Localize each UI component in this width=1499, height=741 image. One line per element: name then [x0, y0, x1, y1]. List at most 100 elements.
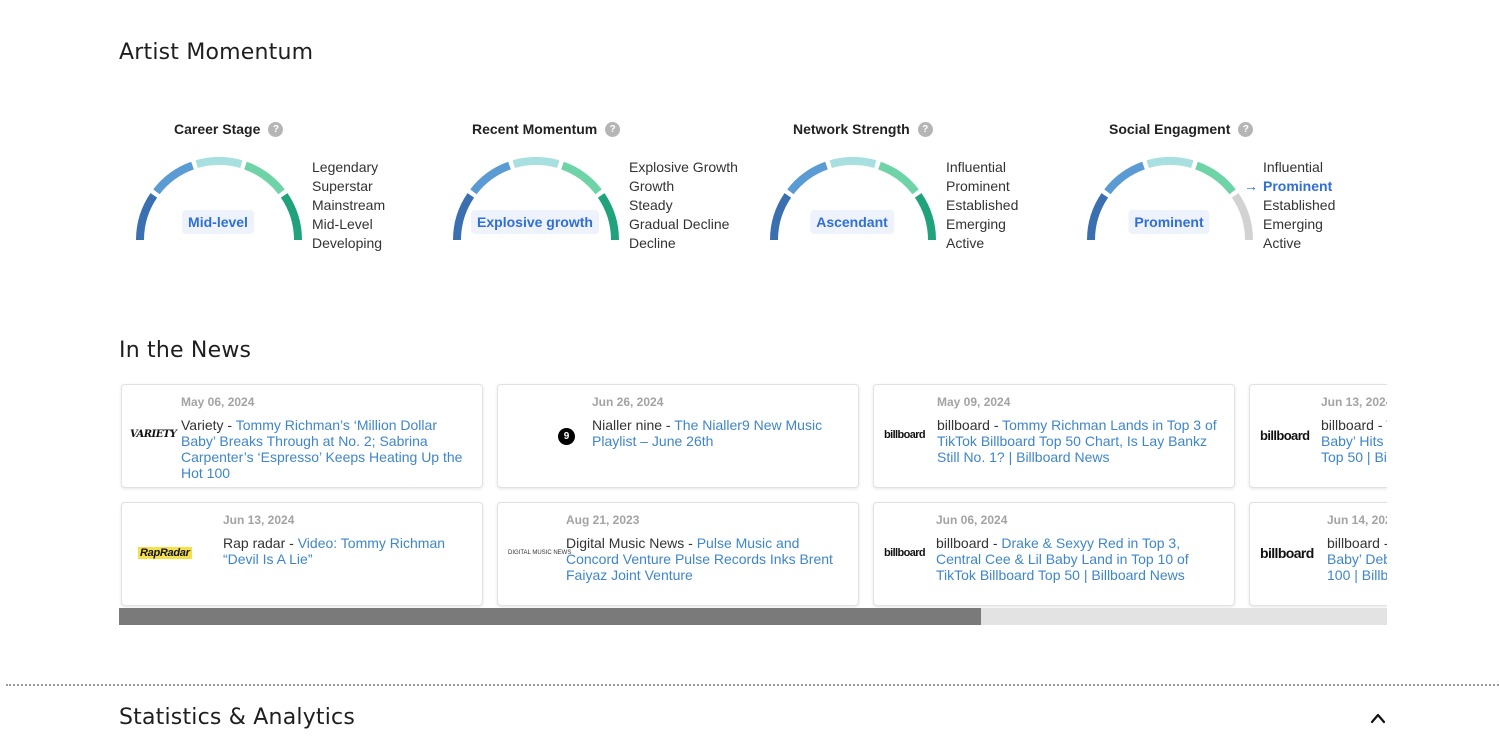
news-carousel[interactable]: VARIETY May 06, 2024 Variety - Tommy Ric… [119, 382, 1387, 608]
gauge-segment [914, 193, 936, 241]
gauge-label: Network Strength [793, 121, 910, 137]
help-icon[interactable]: ? [1238, 121, 1254, 137]
news-card[interactable]: billboard Jun 14, 2024 billboard - Tommy… [1249, 502, 1387, 606]
gauge-level: Mainstream [312, 197, 386, 213]
in-the-news-heading: In the News [119, 338, 252, 363]
gauge-segment [770, 193, 792, 241]
gauge-segment [1104, 161, 1145, 195]
gauge-segment [878, 161, 919, 195]
gauge-segment [195, 157, 243, 169]
billboard-logo-icon: billboard [1260, 545, 1314, 561]
gauge-segment [244, 161, 285, 195]
billboard-logo-icon: billboard [884, 547, 926, 559]
news-date: Jun 13, 2024 [223, 513, 295, 527]
news-source: Digital Music News [566, 535, 685, 551]
news-card[interactable]: billboard Jun 13, 2024 billboard - Tommy… [1249, 384, 1387, 488]
gauge-level: Prominent [946, 178, 1010, 194]
news-date: May 06, 2024 [181, 395, 255, 409]
gauge-level: Emerging [946, 216, 1006, 232]
gauge-levels-list: Explosive Growth Growth Steady Gradual D… [629, 158, 738, 253]
gauge-segment [453, 193, 475, 241]
gauge-level: Emerging [1263, 216, 1323, 232]
news-date: Jun 06, 2024 [936, 513, 1008, 527]
gauge-label: Recent Momentum [472, 121, 598, 137]
gauge-level: Decline [629, 235, 676, 251]
chevron-up-icon[interactable] [1370, 712, 1386, 724]
gauge-level: Growth [629, 178, 675, 194]
news-card[interactable]: RapRadar Jun 13, 2024 Rap radar - Video:… [121, 502, 483, 606]
news-card[interactable]: billboard Jun 06, 2024 billboard - Drake… [873, 502, 1235, 606]
gauge-value-badge: Ascendant [810, 210, 894, 234]
gauge-level: Gradual Decline [629, 216, 730, 232]
news-source: billboard [936, 535, 989, 551]
gauge-segment [1195, 161, 1236, 195]
gauge-segment [561, 161, 602, 195]
digital-music-news-logo-icon: DIGITAL MUSIC NEWS [508, 550, 572, 556]
news-text: Nialler nine - The Nialler9 New Music Pl… [592, 417, 823, 449]
gauge-levels-list: Influential Prominent Established Emergi… [946, 158, 1018, 253]
news-date: Jun 14, 2024 [1327, 513, 1387, 527]
gauge-level: Legendary [312, 159, 379, 175]
gauge-level: Influential [1263, 159, 1323, 175]
news-card[interactable]: VARIETY May 06, 2024 Variety - Tommy Ric… [121, 384, 483, 488]
gauge-segment [280, 193, 302, 241]
nialler-logo-icon: 9 [558, 428, 575, 445]
news-card[interactable]: 9 Jun 26, 2024 Nialler nine - The Nialle… [497, 384, 859, 488]
news-text: Digital Music News - Pulse Music and Con… [566, 535, 833, 583]
gauge-level: Established [1263, 197, 1336, 213]
billboard-logo-icon: billboard [1260, 428, 1310, 443]
gauge-level: Active [1263, 235, 1302, 251]
artist-momentum-heading: Artist Momentum [119, 40, 314, 65]
gauge-level: Explosive Growth [629, 159, 738, 175]
gauge-level: Active [946, 235, 985, 251]
gauge-level: Superstar [312, 178, 373, 194]
gauge-segment [470, 161, 511, 195]
news-card[interactable]: DIGITAL MUSIC NEWS Aug 21, 2023 Digital … [497, 502, 859, 606]
gauge-value-badge: Mid-level [182, 210, 254, 234]
gauge-recent-momentum: Recent Momentum ? Explosive growth Explo… [436, 118, 738, 258]
news-scrollbar-track[interactable] [119, 608, 1387, 625]
gauge-value-badge: Prominent [1128, 210, 1210, 234]
news-text: billboard - Tommy Richman’s ‘Million Dol… [1321, 417, 1387, 465]
news-source: Variety [181, 417, 224, 433]
arrow-right-icon: → [1244, 178, 1258, 194]
gauge-segment [153, 161, 194, 195]
help-icon[interactable]: ? [605, 121, 621, 137]
gauge-level: Established [946, 197, 1019, 213]
gauge-level: Prominent → [1244, 178, 1333, 194]
news-source: billboard [1327, 535, 1380, 551]
gauge-network-strength: Network Strength ? Ascendant Influential… [753, 118, 1053, 258]
news-card[interactable]: billboard May 09, 2024 billboard - Tommy… [873, 384, 1235, 488]
billboard-logo-icon: billboard [884, 429, 926, 441]
variety-logo-icon: VARIETY [130, 429, 177, 440]
news-date: Jun 26, 2024 [592, 395, 664, 409]
news-scrollbar-thumb[interactable] [119, 608, 982, 625]
gauge-label: Career Stage [174, 121, 261, 137]
gauge-level: Mid-Level [312, 216, 373, 232]
news-source: Rap radar [223, 535, 286, 551]
news-date: May 09, 2024 [937, 395, 1011, 409]
section-divider [6, 684, 1499, 686]
gauge-segment [1146, 157, 1194, 169]
gauge-segment [512, 157, 560, 169]
news-source: billboard [1321, 417, 1374, 433]
news-text: billboard - Tommy Richman’s ‘Million Dol… [1327, 535, 1387, 583]
gauge-levels-list: Legendary Superstar Mainstream Mid-Level… [312, 158, 385, 253]
news-date: Aug 21, 2023 [566, 513, 640, 527]
news-text: billboard - Drake & Sexyy Red in Top 3, … [936, 535, 1189, 583]
gauge-level: Influential [946, 159, 1006, 175]
news-text: Rap radar - Video: Tommy Richman “Devil … [223, 535, 446, 567]
news-headline-link[interactable]: Tommy Richman’s ‘Million Dollar Baby’ Br… [181, 417, 462, 481]
rapradar-logo-icon: RapRadar [138, 547, 192, 559]
gauge-value-badge: Explosive growth [471, 210, 599, 234]
help-icon[interactable]: ? [268, 121, 284, 137]
news-date: Jun 13, 2024 [1321, 395, 1387, 409]
gauge-segment [829, 157, 877, 169]
gauge-segment [1231, 193, 1253, 241]
gauge-levels-list: Influential Prominent → Established Emerg… [1244, 158, 1336, 253]
news-source: billboard [937, 417, 990, 433]
help-icon[interactable]: ? [917, 121, 933, 137]
gauge-label: Social Engagment [1109, 121, 1231, 137]
news-text: Variety - Tommy Richman’s ‘Million Dolla… [181, 417, 463, 481]
news-source: Nialler nine [592, 417, 663, 433]
